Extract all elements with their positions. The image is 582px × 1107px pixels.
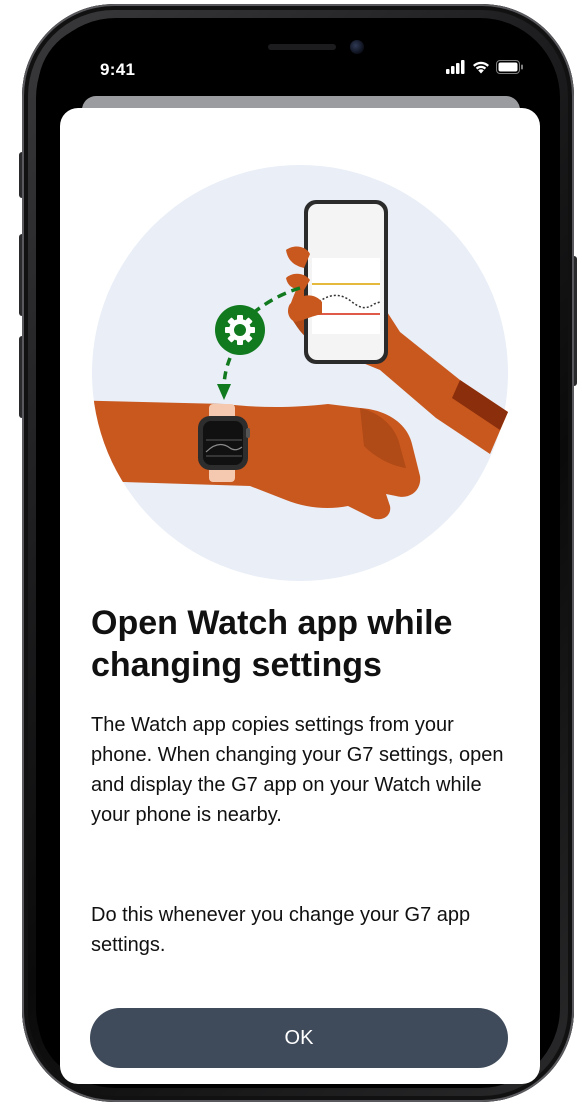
- cellular-signal-icon: [446, 60, 466, 79]
- gear-icon: [215, 305, 265, 355]
- ok-button[interactable]: OK: [90, 1008, 508, 1068]
- earpiece-speaker: [268, 44, 336, 50]
- status-bar: 9:41: [38, 54, 550, 88]
- device-screenshot: 9:41 Open Watch app while changing setti…: [0, 0, 582, 1107]
- smartphone-graphic: [304, 200, 388, 364]
- ok-button-label: OK: [284, 1026, 314, 1049]
- watch-and-phone-sync-illustration: [92, 165, 508, 581]
- wifi-icon: [472, 60, 490, 79]
- modal-note: Do this whenever you change your G7 app …: [91, 904, 471, 956]
- info-modal: Open Watch app while changing settings T…: [60, 108, 540, 1084]
- status-icons: [446, 60, 524, 79]
- notch: [234, 24, 456, 58]
- battery-icon: [496, 60, 524, 79]
- front-camera-icon: [350, 40, 364, 54]
- modal-title: Open Watch app while changing settings: [91, 604, 453, 684]
- status-time: 9:41: [100, 60, 136, 79]
- modal-description: The Watch app copies settings from your …: [91, 714, 504, 826]
